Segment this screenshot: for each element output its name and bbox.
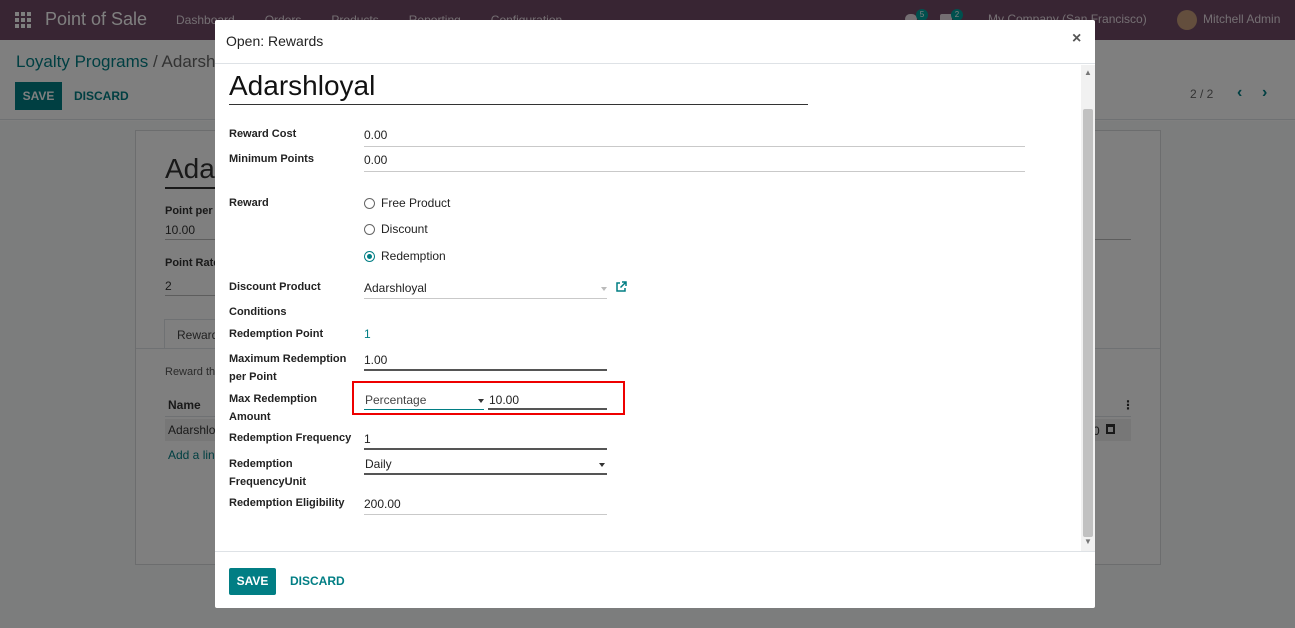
- radio-label-redemption: Redemption: [381, 249, 446, 263]
- caret-down-icon[interactable]: [478, 399, 484, 403]
- redemption-eligibility-input[interactable]: 200.00: [364, 497, 401, 511]
- scrollbar[interactable]: ▲ ▼: [1081, 65, 1095, 551]
- radio-circle-discount[interactable]: [364, 223, 375, 235]
- reward-type-label: Reward: [229, 197, 269, 209]
- max-redemption-per-point-label-line2: per Point: [229, 371, 277, 383]
- reward-cost-input[interactable]: 0.00: [364, 128, 387, 142]
- redemption-frequency-unit-underline: [364, 473, 607, 475]
- modal-header: Open: Rewards ×: [215, 20, 1095, 64]
- redemption-frequency-unit-select[interactable]: Daily: [365, 457, 392, 471]
- caret-down-icon[interactable]: [601, 287, 607, 291]
- redemption-eligibility-label: Redemption Eligibility: [229, 497, 345, 509]
- max-redemption-per-point-label: Maximum Redemption per Point: [229, 350, 357, 386]
- modal-discard-button[interactable]: DISCARD: [290, 574, 345, 588]
- max-redemption-per-point-underline: [364, 369, 607, 371]
- radio-discount[interactable]: Discount: [364, 222, 428, 236]
- caret-down-icon[interactable]: [599, 463, 605, 467]
- modal-footer: SAVE DISCARD: [215, 551, 1095, 608]
- max-redemption-per-point-label-line1: Maximum Redemption: [229, 353, 347, 365]
- radio-label-free-product: Free Product: [381, 196, 451, 210]
- discount-product-label: Discount Product: [229, 281, 321, 293]
- radio-redemption[interactable]: Redemption: [364, 249, 446, 263]
- redemption-frequency-unit-label: Redemption FrequencyUnit: [229, 455, 357, 491]
- record-name-input[interactable]: Adarshloyal: [229, 70, 808, 105]
- min-points-label: Minimum Points: [229, 153, 314, 165]
- discount-product-select[interactable]: Adarshloyal: [364, 281, 427, 295]
- redemption-frequency-unit-label-line1: Redemption: [229, 458, 293, 470]
- redemption-frequency-input[interactable]: 1: [364, 432, 371, 446]
- modal-body: Adarshloyal Reward Cost 0.00 Minimum Poi…: [215, 65, 1095, 551]
- redemption-frequency-unit-label-line2: FrequencyUnit: [229, 476, 307, 488]
- scroll-up-icon[interactable]: ▲: [1084, 68, 1092, 77]
- radio-circle-free-product[interactable]: [364, 197, 375, 209]
- min-points-input[interactable]: 0.00: [364, 153, 387, 167]
- rewards-dialog: Open: Rewards × Adarshloyal Reward Cost …: [215, 20, 1095, 608]
- redemption-frequency-underline: [364, 448, 607, 450]
- redemption-point-value: 1: [364, 327, 371, 341]
- modal-save-button[interactable]: SAVE: [229, 568, 276, 595]
- radio-circle-redemption[interactable]: [364, 250, 375, 262]
- modal-title: Open: Rewards: [226, 33, 324, 49]
- max-redemption-amount-underline: [488, 408, 607, 410]
- close-icon[interactable]: ×: [1072, 30, 1081, 48]
- redemption-point-label: Redemption Point: [229, 328, 324, 340]
- reward-cost-underline: [364, 146, 1025, 147]
- radio-free-product[interactable]: Free Product: [364, 196, 450, 210]
- min-points-underline: [364, 171, 1025, 172]
- max-redemption-type-underline: [364, 409, 484, 410]
- conditions-heading: Conditions: [229, 306, 287, 318]
- discount-product-underline: [364, 298, 607, 299]
- max-redemption-amount-input[interactable]: 10.00: [489, 393, 519, 407]
- max-redemption-type-select[interactable]: Percentage: [365, 393, 426, 407]
- max-redemption-per-point-input[interactable]: 1.00: [364, 353, 387, 367]
- max-redemption-amount-label-line1: Max Redemption: [229, 393, 318, 405]
- reward-cost-label: Reward Cost: [229, 128, 297, 140]
- external-link-icon[interactable]: [615, 281, 627, 293]
- scroll-down-icon[interactable]: ▼: [1084, 537, 1092, 546]
- scrollbar-thumb[interactable]: [1083, 109, 1093, 537]
- radio-label-discount: Discount: [381, 222, 428, 236]
- max-redemption-amount-label-line2: Amount: [229, 411, 271, 423]
- max-redemption-amount-label: Max Redemption Amount: [229, 390, 357, 426]
- redemption-eligibility-underline: [364, 514, 607, 515]
- redemption-frequency-label: Redemption Frequency: [229, 432, 352, 444]
